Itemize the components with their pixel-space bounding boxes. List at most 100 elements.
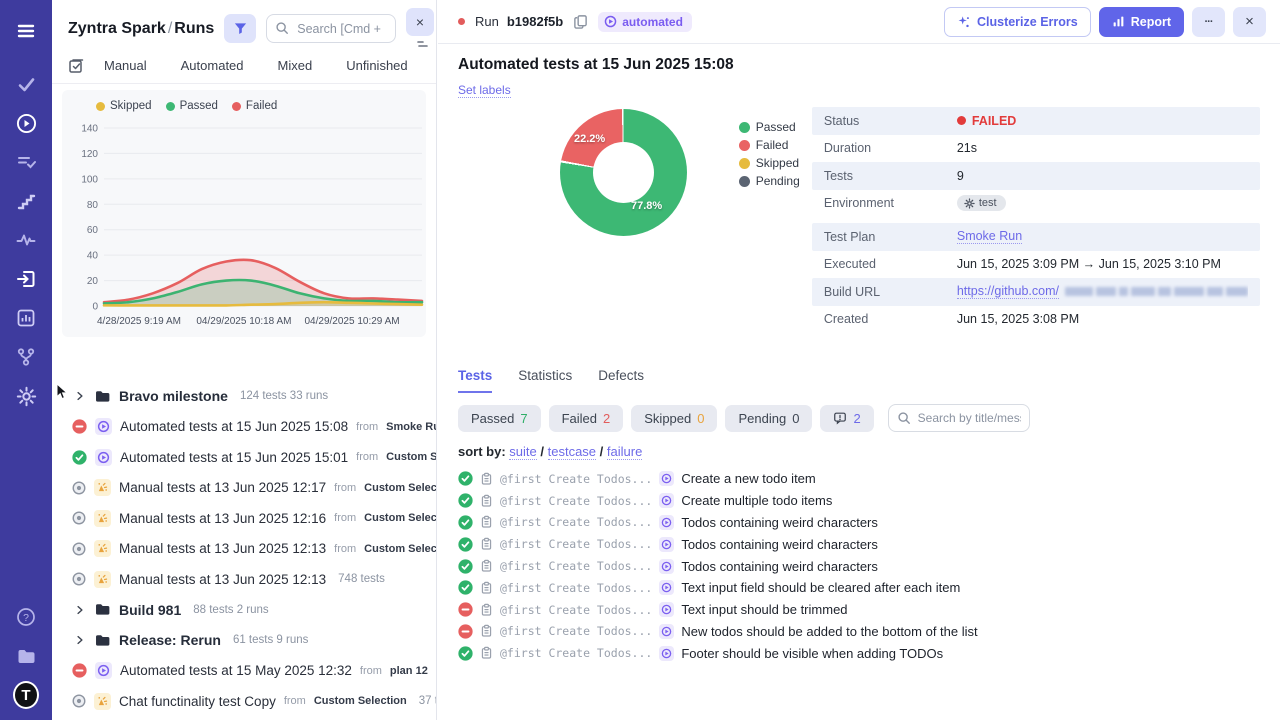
- play-circle-icon[interactable]: [13, 110, 39, 136]
- build-url-link[interactable]: https://github.com/: [957, 284, 1059, 299]
- app-logo[interactable]: T: [13, 682, 39, 708]
- test-suite[interactable]: @first Create Todos...: [500, 494, 652, 508]
- test-suite[interactable]: @first Create Todos...: [500, 624, 652, 638]
- test-title[interactable]: Todos containing weird characters: [681, 537, 878, 552]
- test-title[interactable]: New todos should be added to the bottom …: [681, 624, 977, 639]
- select-runs-icon[interactable]: [68, 57, 85, 74]
- test-title[interactable]: Todos containing weird characters: [681, 559, 878, 574]
- tab-tests[interactable]: Tests: [458, 368, 492, 393]
- test-row[interactable]: @first Create Todos... Todos containing w…: [458, 555, 1260, 577]
- activity-icon[interactable]: [13, 227, 39, 253]
- donut-failed-label: 22.2%: [574, 133, 605, 145]
- detail-row-test-plan: Test PlanSmoke Run: [812, 223, 1260, 251]
- steps-icon[interactable]: [13, 188, 39, 214]
- filter-count: 2: [853, 411, 860, 426]
- tab-statistics[interactable]: Statistics: [518, 368, 572, 393]
- test-title[interactable]: Create multiple todo items: [681, 493, 832, 508]
- passed-status-icon: [458, 580, 473, 595]
- test-suite[interactable]: @first Create Todos...: [500, 559, 652, 573]
- menu-icon[interactable]: [13, 18, 39, 44]
- run-row[interactable]: Manual tests at 13 Jun 2025 12:17fromCus…: [52, 473, 436, 504]
- copy-icon: [573, 14, 588, 29]
- test-suite[interactable]: @first Create Todos...: [500, 515, 652, 529]
- copy-run-id-button[interactable]: [571, 12, 590, 31]
- test-row[interactable]: @first Create Todos... New todos should b…: [458, 621, 1260, 643]
- test-suite[interactable]: @first Create Todos...: [500, 472, 652, 486]
- sort-by-testcase[interactable]: testcase: [548, 444, 596, 460]
- test-plan-link[interactable]: Smoke Run: [957, 229, 1022, 244]
- run-folder-row[interactable]: Build 98188 tests 2 runs: [52, 595, 436, 626]
- filter-pill-pending[interactable]: Pending0: [725, 405, 812, 432]
- test-row[interactable]: @first Create Todos... Text input field s…: [458, 577, 1260, 599]
- chevron-right-icon[interactable]: [74, 390, 86, 402]
- test-row[interactable]: @first Create Todos... Text input should …: [458, 599, 1260, 621]
- run-name: Manual tests at 13 Jun 2025 12:17: [119, 480, 326, 495]
- folder-icon[interactable]: [13, 643, 39, 669]
- tab-manual[interactable]: Manual: [87, 58, 164, 73]
- automated-badge[interactable]: automated: [598, 12, 692, 32]
- donut-legend-item-passed: Passed: [739, 120, 804, 134]
- run-row[interactable]: Manual tests at 13 Jun 2025 12:13748 tes…: [52, 564, 436, 595]
- clusterize-errors-label: Clusterize Errors: [977, 15, 1078, 29]
- run-folder-row[interactable]: Release: Rerun61 tests 9 runs: [52, 625, 436, 656]
- tab-unfinished[interactable]: Unfinished: [329, 58, 424, 73]
- run-name: Manual tests at 13 Jun 2025 12:13: [119, 572, 326, 587]
- more-actions-button[interactable]: ···: [1192, 7, 1225, 37]
- run-row[interactable]: Automated tests at 15 Jun 2025 15:01from…: [52, 442, 436, 473]
- test-suite[interactable]: @first Create Todos...: [500, 603, 652, 617]
- filter-button[interactable]: [224, 14, 256, 43]
- run-row[interactable]: Chat functinality test CopyfromCustom Se…: [52, 686, 436, 717]
- test-title[interactable]: Text input field should be cleared after…: [681, 580, 960, 595]
- legend-item-failed[interactable]: Failed: [232, 100, 277, 112]
- filter-pill-skipped[interactable]: Skipped0: [631, 405, 717, 432]
- test-row[interactable]: @first Create Todos... Create multiple to…: [458, 490, 1260, 512]
- tab-defects[interactable]: Defects: [598, 368, 644, 393]
- sort-by-suite[interactable]: suite: [509, 444, 536, 460]
- gear-icon[interactable]: [13, 383, 39, 409]
- set-labels-link[interactable]: Set labels: [458, 83, 511, 98]
- run-row[interactable]: Automated tests at 15 May 2025 12:32from…: [52, 656, 436, 687]
- test-row[interactable]: @first Create Todos... Todos containing w…: [458, 512, 1260, 534]
- run-row[interactable]: Manual tests at 13 Jun 2025 12:16fromCus…: [52, 503, 436, 534]
- panel-close-button[interactable]: ×: [406, 8, 434, 36]
- legend-label: Passed: [180, 100, 218, 112]
- test-title[interactable]: Create a new todo item: [681, 471, 815, 486]
- help-icon[interactable]: ?: [13, 604, 39, 630]
- bar-chart-icon[interactable]: [13, 305, 39, 331]
- list-check-icon[interactable]: [13, 149, 39, 175]
- legend-item-passed[interactable]: Passed: [166, 100, 218, 112]
- chevron-right-icon[interactable]: [74, 634, 86, 646]
- test-row[interactable]: @first Create Todos... Footer should be v…: [458, 642, 1260, 664]
- tab-automated[interactable]: Automated: [164, 58, 261, 73]
- run-row[interactable]: Automated tests at 15 Jun 2025 15:08from…: [52, 412, 436, 443]
- test-title[interactable]: Todos containing weird characters: [681, 515, 878, 530]
- test-row[interactable]: @first Create Todos... Todos containing w…: [458, 533, 1260, 555]
- legend-label: Pending: [756, 174, 800, 188]
- check-icon[interactable]: [13, 71, 39, 97]
- env-badge[interactable]: test: [957, 195, 1006, 211]
- run-row[interactable]: Manual tests at 13 Jun 2025 12:13fromCus…: [52, 534, 436, 565]
- comments-filter-pill[interactable]: 2: [820, 405, 873, 432]
- test-title[interactable]: Footer should be visible when adding TOD…: [681, 646, 943, 661]
- filter-pill-passed[interactable]: Passed7: [458, 405, 541, 432]
- filter-pill-failed[interactable]: Failed2: [549, 405, 624, 432]
- breadcrumb-project[interactable]: Zyntra Spark: [68, 20, 166, 37]
- report-button[interactable]: Report: [1099, 7, 1184, 37]
- run-folder-row[interactable]: Bravo milestone124 tests 33 runs: [52, 381, 436, 412]
- sort-by-failure[interactable]: failure: [607, 444, 642, 460]
- tab-mixed[interactable]: Mixed: [261, 58, 330, 73]
- test-suite[interactable]: @first Create Todos...: [500, 646, 652, 660]
- chevron-right-icon[interactable]: [74, 604, 86, 616]
- close-run-button[interactable]: ×: [1233, 7, 1266, 37]
- manual-status-icon: [72, 511, 86, 525]
- tab-groups[interactable]: Groups: [425, 58, 437, 73]
- test-suite[interactable]: @first Create Todos...: [500, 581, 652, 595]
- legend-item-skipped[interactable]: Skipped: [96, 100, 152, 112]
- test-title[interactable]: Text input should be trimmed: [681, 602, 847, 617]
- git-branch-icon[interactable]: [13, 344, 39, 370]
- collapse-icon[interactable]: [416, 40, 430, 47]
- test-row[interactable]: @first Create Todos... Create a new todo …: [458, 468, 1260, 490]
- clusterize-errors-button[interactable]: Clusterize Errors: [944, 7, 1091, 37]
- test-suite[interactable]: @first Create Todos...: [500, 537, 652, 551]
- import-icon[interactable]: [13, 266, 39, 292]
